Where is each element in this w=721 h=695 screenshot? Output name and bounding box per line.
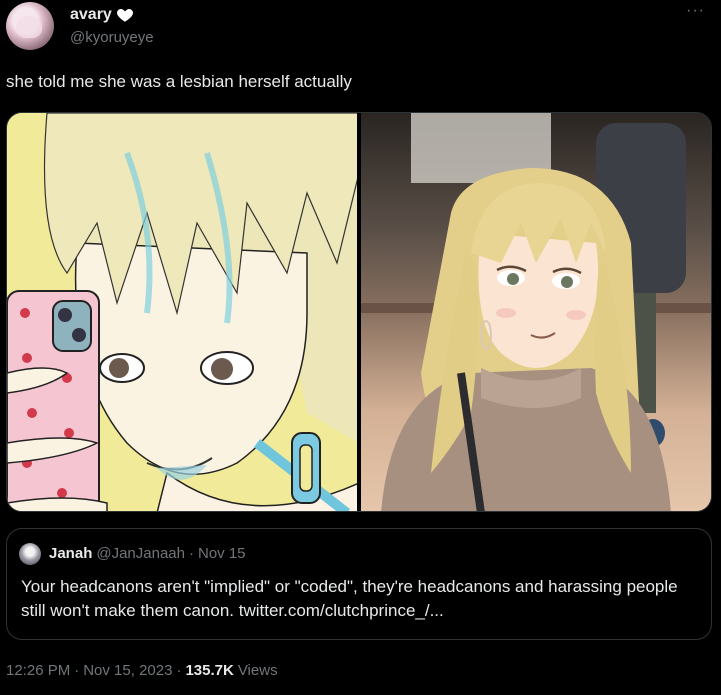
meta-separator-2: · xyxy=(176,662,182,679)
media-image-anime[interactable] xyxy=(360,113,711,511)
author-display-name[interactable]: avary xyxy=(70,6,112,24)
media-divider xyxy=(357,113,359,511)
quoted-tweet[interactable]: Janah @JanJanaah · Nov 15 Your headcanon… xyxy=(6,528,712,640)
tweet-meta: 12:26 PM · Nov 15, 2023 · 135.7K Views xyxy=(6,662,278,679)
tweet-date[interactable]: Nov 15, 2023 xyxy=(83,662,172,679)
tweet-time[interactable]: 12:26 PM xyxy=(6,662,70,679)
manga-illustration xyxy=(7,113,357,511)
white-heart-icon xyxy=(116,9,133,22)
anime-illustration xyxy=(360,113,711,511)
quoted-tweet-date[interactable]: Nov 15 xyxy=(198,545,246,562)
quoted-author-name[interactable]: Janah xyxy=(49,545,92,562)
quoted-tweet-header: Janah @JanJanaah · Nov 15 xyxy=(49,545,246,562)
more-options-button[interactable]: ··· xyxy=(686,2,705,20)
media-grid[interactable] xyxy=(6,112,712,512)
quoted-tweet-text: Your headcanons aren't "implied" or "cod… xyxy=(21,577,678,620)
author-display-name-row[interactable]: avary xyxy=(70,6,134,24)
quoted-author-avatar[interactable] xyxy=(19,543,41,565)
meta-separator-1: · xyxy=(74,662,80,679)
author-avatar[interactable] xyxy=(6,2,54,50)
quoted-author-handle[interactable]: @JanJanaah xyxy=(96,545,185,562)
views-count[interactable]: 135.7K xyxy=(185,662,233,679)
views-label: Views xyxy=(237,662,278,679)
quoted-separator: · xyxy=(188,545,194,562)
author-handle[interactable]: @kyoruyeye xyxy=(70,29,154,46)
media-image-manga[interactable] xyxy=(7,113,357,511)
tweet-text: she told me she was a lesbian herself ac… xyxy=(6,72,352,91)
